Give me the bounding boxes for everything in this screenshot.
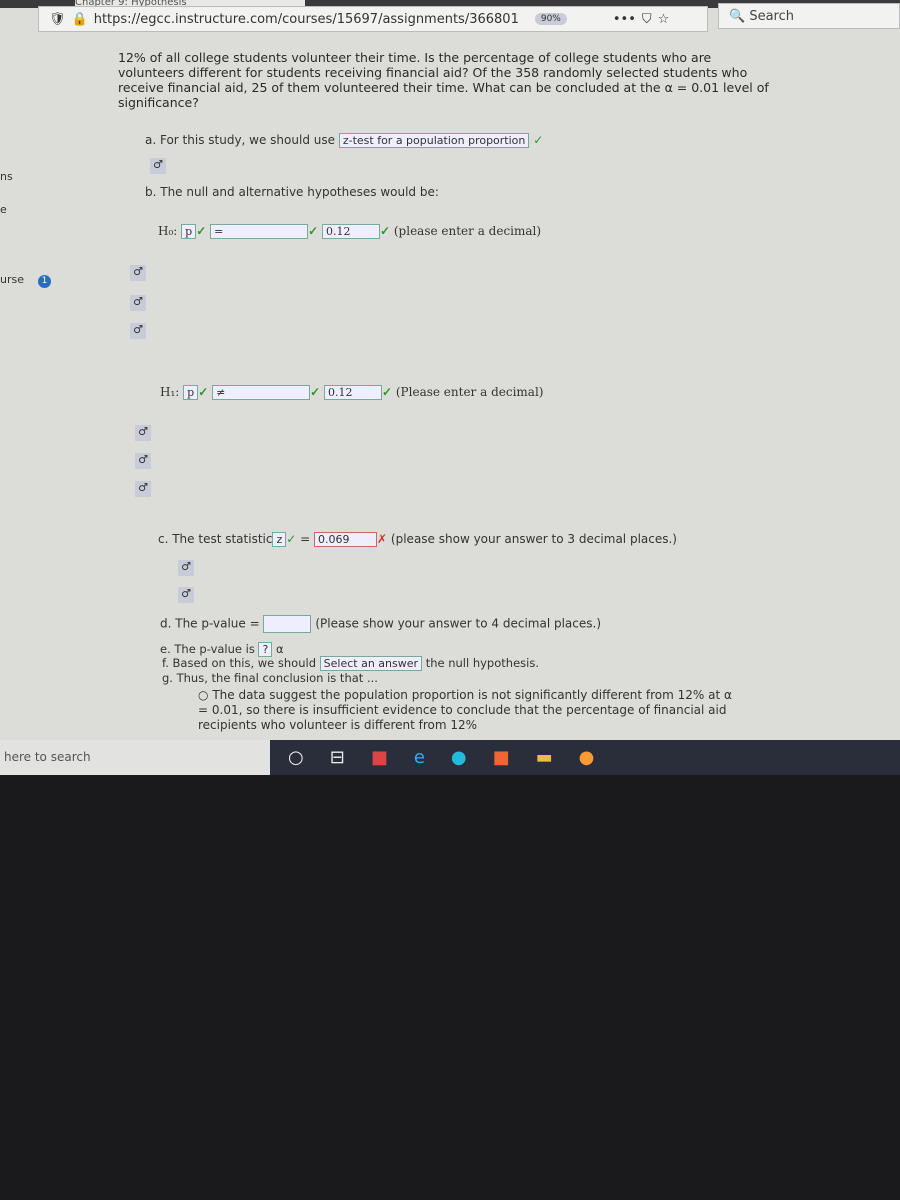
powerpoint-icon[interactable]: ■: [493, 747, 510, 768]
radio-button[interactable]: ○: [198, 688, 208, 702]
sidebar-item[interactable]: e: [0, 203, 7, 216]
part-g-label: g. Thus, the final conclusion is that ..…: [162, 671, 378, 685]
male-icon: ♂: [178, 560, 194, 576]
test-select[interactable]: z-test for a population proportion: [338, 133, 530, 148]
h0-operator-select[interactable]: =: [210, 224, 309, 239]
sidebar-item[interactable]: urse 1: [0, 273, 51, 288]
alpha-symbol: α: [275, 642, 284, 656]
internet-explorer-icon[interactable]: e: [414, 747, 425, 768]
h0-param-select[interactable]: p: [181, 224, 197, 239]
part-f-suffix: the null hypothesis.: [425, 656, 539, 670]
taskbar: ○ ⊟ ■ e ● ■ ▬ ●: [270, 740, 900, 775]
check-icon: ✓: [533, 133, 544, 147]
male-icon: ♂: [135, 453, 151, 469]
firefox-icon[interactable]: ●: [579, 747, 595, 768]
h1-label: H₁:: [160, 385, 180, 399]
male-icon: ♂: [130, 323, 146, 339]
cortana-icon[interactable]: ○: [288, 747, 304, 768]
sidebar-item[interactable]: ns: [0, 170, 13, 183]
test-statistic-input[interactable]: 0.069: [314, 532, 378, 547]
search-input[interactable]: 🔍 Search: [718, 3, 900, 29]
h0-label: H₀:: [158, 224, 178, 238]
part-b-label: b. The null and alternative hypotheses w…: [145, 185, 439, 199]
h0-hint: (please enter a decimal): [393, 224, 542, 238]
equals-sign: =: [300, 532, 311, 546]
part-d-label: d. The p-value =: [160, 616, 260, 631]
part-a-label: a. For this study, we should use: [145, 133, 335, 147]
edge-icon[interactable]: ●: [451, 747, 467, 768]
male-icon: ♂: [130, 265, 146, 281]
taskbar-search[interactable]: here to search: [0, 740, 270, 775]
comparison-select[interactable]: ?: [258, 642, 273, 657]
h1-value-input[interactable]: 0.12: [323, 385, 382, 400]
male-icon: ♂: [150, 158, 166, 174]
notification-badge: 1: [38, 275, 51, 288]
h1-row: H₁: p ✓ ≠ ✓ 0.12 ✓ (Please enter a decimal): [160, 385, 544, 400]
part-f: f. Based on this, we should Select an an…: [162, 656, 539, 671]
part-c-label: c. The test statistic: [158, 532, 273, 546]
url-bar[interactable]: 🛡 🔒 https://egcc.instructure.com/courses…: [38, 6, 708, 32]
search-icon: 🔍: [729, 8, 750, 24]
pocket-icon[interactable]: ⛉: [642, 12, 652, 27]
app-icon[interactable]: ■: [371, 747, 388, 768]
more-icon[interactable]: •••: [613, 12, 636, 27]
shield-icon: 🛡: [49, 11, 66, 27]
part-e-label: e. The p-value is: [160, 642, 255, 656]
part-e: e. The p-value is ? α: [160, 642, 284, 657]
part-d: d. The p-value = (Please show your answe…: [160, 615, 601, 633]
conclusion-option-text: The data suggest the population proporti…: [198, 688, 732, 732]
url-text[interactable]: https://egcc.instructure.com/courses/156…: [94, 12, 519, 27]
part-d-hint: (Please show your answer to 4 decimal pl…: [315, 616, 601, 631]
conclusion-option[interactable]: ○ The data suggest the population propor…: [198, 688, 743, 738]
p-value-input[interactable]: [263, 615, 312, 633]
male-icon: ♂: [178, 587, 194, 603]
male-icon: ♂: [130, 295, 146, 311]
male-icon: ♂: [135, 481, 151, 497]
file-explorer-icon[interactable]: ▬: [536, 747, 553, 768]
male-icon: ♂: [135, 425, 151, 441]
lock-icon: 🔒: [71, 11, 88, 27]
h0-value-input[interactable]: 0.12: [321, 224, 380, 239]
sidebar-label: urse: [0, 273, 24, 286]
zoom-badge[interactable]: 90%: [534, 13, 567, 25]
star-icon[interactable]: ☆: [658, 12, 670, 27]
h1-hint: (Please enter a decimal): [395, 385, 544, 399]
search-placeholder: Search: [749, 8, 794, 24]
h1-operator-select[interactable]: ≠: [212, 385, 311, 400]
screen: Chapter 9: Hypothesis 🛡 🔒 https://egcc.i…: [0, 0, 900, 775]
part-c-hint: (please show your answer to 3 decimal pl…: [390, 532, 677, 546]
task-view-icon[interactable]: ⊟: [330, 747, 345, 768]
question-text: 12% of all college students volunteer th…: [118, 50, 769, 110]
h0-row: H₀: p ✓ = ✓ 0.12 ✓ (please enter a decimal): [158, 224, 542, 239]
part-a: a. For this study, we should use z-test …: [145, 133, 543, 148]
part-f-label: f. Based on this, we should: [162, 656, 316, 670]
h1-param-select[interactable]: p: [183, 385, 199, 400]
part-c: c. The test statistic z ✓ = 0.069 ✗ (please…: [158, 532, 677, 547]
wrong-icon: ✗: [377, 532, 388, 546]
decision-select[interactable]: Select an answer: [319, 656, 423, 671]
statistic-select[interactable]: z: [272, 532, 287, 547]
